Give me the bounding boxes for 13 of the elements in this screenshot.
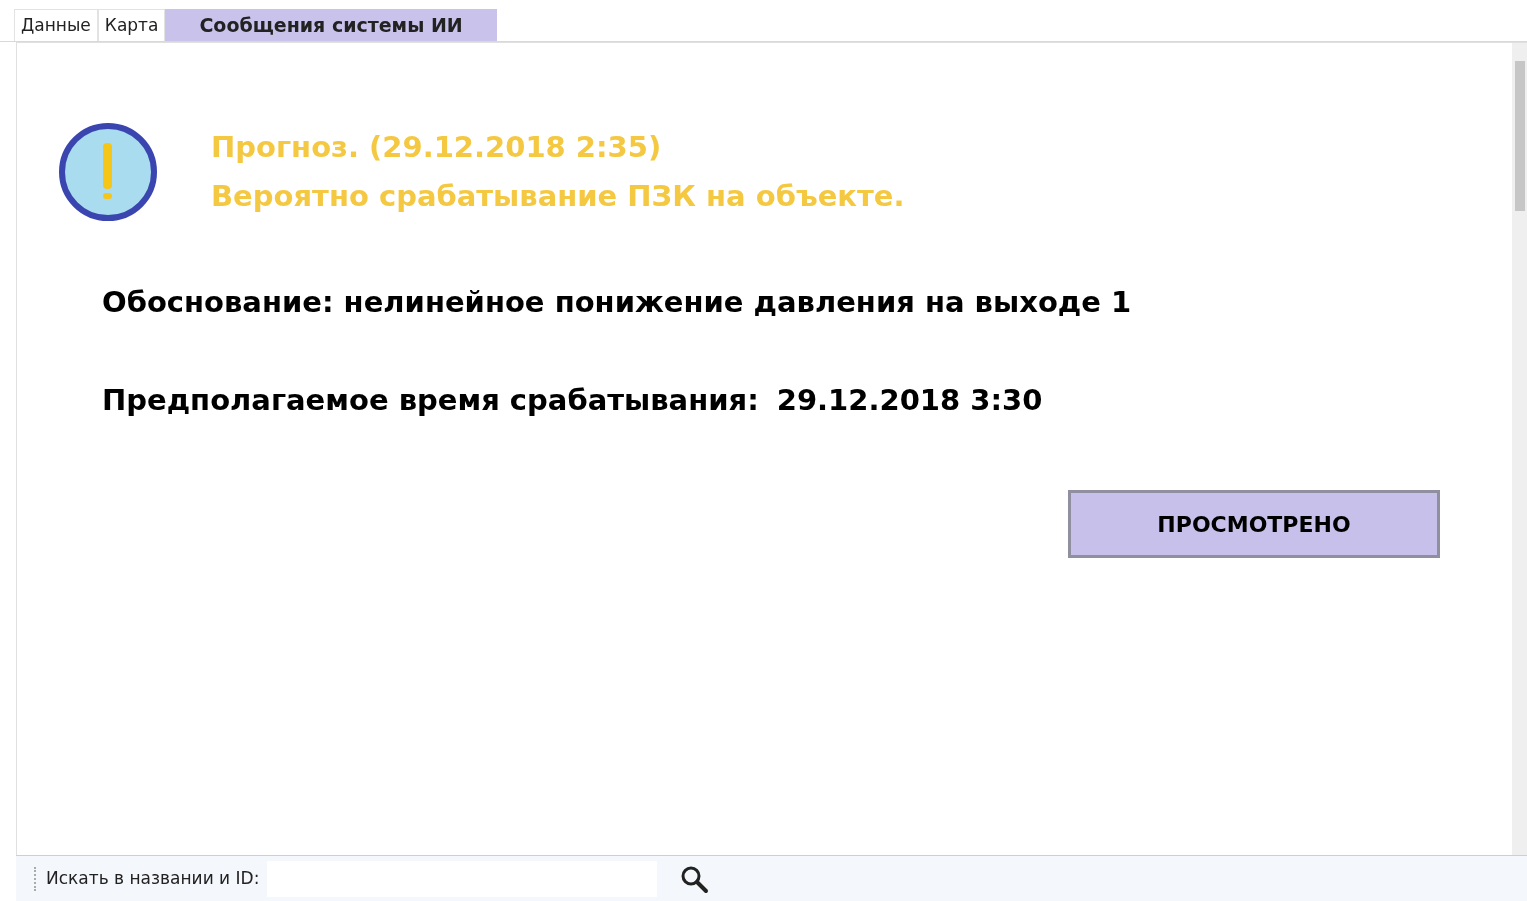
viewed-button[interactable]: ПРОСМОТРЕНО: [1068, 490, 1440, 558]
scrollbar-thumb[interactable]: [1514, 61, 1525, 211]
scrollbar[interactable]: [1512, 43, 1527, 855]
forecast-title: Прогноз. (29.12.2018 2:35): [211, 128, 663, 166]
time-label: Предполагаемое время срабатывания:: [102, 381, 759, 419]
search-label: Искать в названии и ID:: [46, 866, 260, 890]
tab[interactable]: Карта: [97, 9, 166, 41]
time-value: 29.12.2018 3:30: [776, 381, 1043, 419]
tab[interactable]: Сообщения системы ИИ: [165, 9, 497, 41]
tab[interactable]: Данные: [14, 9, 98, 41]
warning-icon: [57, 121, 159, 223]
forecast-message: Вероятно срабатывание ПЗК на объекте.: [211, 178, 905, 215]
reason-text: Обоснование: нелинейное понижение давления на выходе 1: [102, 284, 1133, 321]
